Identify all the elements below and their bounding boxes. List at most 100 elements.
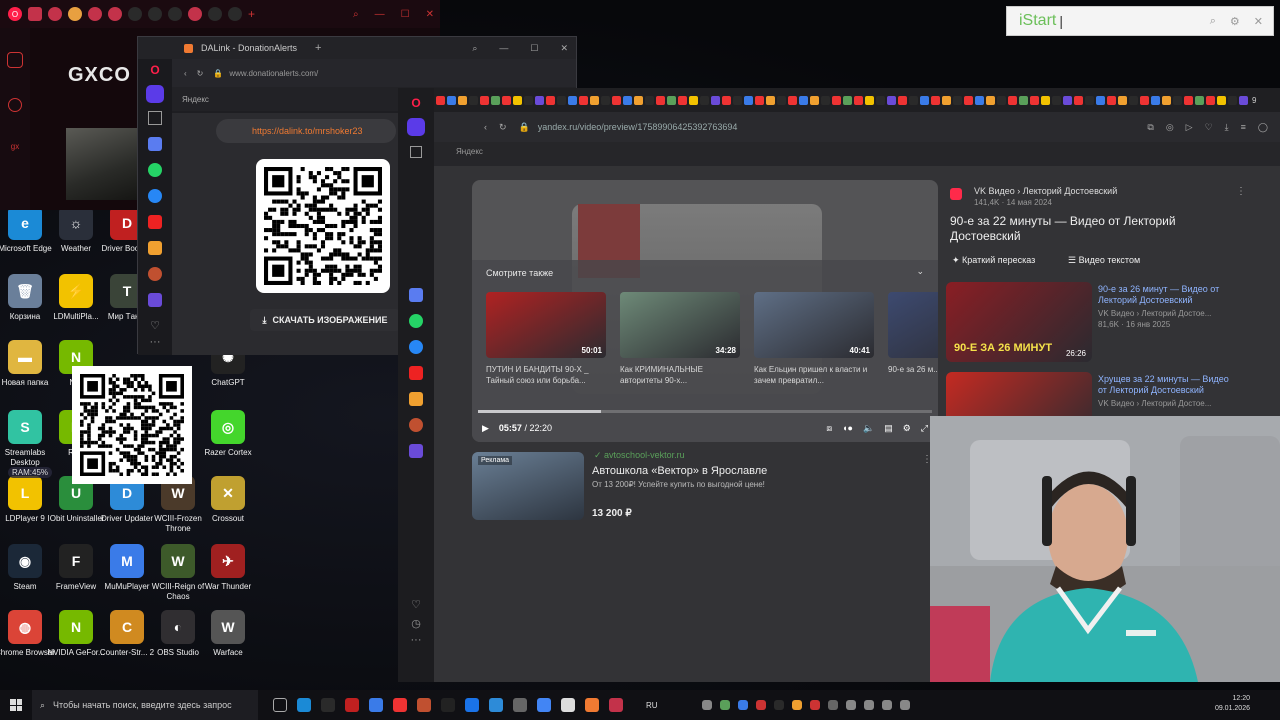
- browser-tab[interactable]: [689, 95, 698, 105]
- gx-news-thumbnail[interactable]: [66, 128, 138, 200]
- browser-tab[interactable]: [458, 95, 467, 105]
- tray-icon[interactable]: [773, 700, 784, 710]
- browser-tab[interactable]: [1140, 95, 1149, 105]
- subtitles-icon[interactable]: ▤: [884, 423, 893, 434]
- browser-tab[interactable]: [1019, 95, 1028, 105]
- browser-tab[interactable]: [1162, 95, 1171, 105]
- maximize-icon[interactable]: ☐: [530, 43, 538, 54]
- extension-icon[interactable]: [148, 293, 162, 307]
- bookmarks-icon[interactable]: [148, 111, 162, 125]
- tab-icon[interactable]: [28, 7, 42, 21]
- camera-icon[interactable]: ◎: [1166, 122, 1174, 133]
- browser-tab[interactable]: [854, 95, 863, 105]
- tab-icon[interactable]: [148, 7, 162, 21]
- settings-icon[interactable]: ⚙: [903, 423, 911, 434]
- browser-tab[interactable]: [546, 95, 555, 105]
- browser-tab[interactable]: [612, 95, 621, 105]
- reload-icon[interactable]: ↻: [197, 69, 204, 78]
- volume-icon[interactable]: 🔈: [863, 423, 874, 434]
- browser-tab[interactable]: [1107, 95, 1116, 105]
- back-icon[interactable]: ‹: [184, 69, 187, 78]
- more-icon[interactable]: ⋮: [1236, 186, 1246, 197]
- browser-tab[interactable]: [535, 95, 544, 105]
- video-text-button[interactable]: ☰ Видео текстом: [1068, 255, 1140, 266]
- related-video-card[interactable]: 50:01 ПУТИН И БАНДИТЫ 90-Х _ Тайный союз …: [486, 292, 606, 386]
- menu-icon[interactable]: ≡: [1241, 122, 1246, 132]
- yandex-icon[interactable]: [409, 366, 423, 380]
- browser-tab[interactable]: [711, 95, 720, 105]
- fullscreen-icon[interactable]: ⤢: [921, 423, 928, 434]
- new-tab-icon[interactable]: +: [248, 7, 255, 21]
- ad-domain[interactable]: ✓ avtoschool-vektor.ru: [594, 450, 685, 461]
- vk-icon[interactable]: [148, 189, 162, 203]
- browser-tab[interactable]: [942, 95, 951, 105]
- browser-tab[interactable]: [1030, 95, 1039, 105]
- related-video-card[interactable]: 34:28 Как КРИМИНАЛЬНЫЕ авторитеты 90-х...: [620, 292, 740, 386]
- tab-icon[interactable]: [128, 7, 142, 21]
- home-icon[interactable]: [146, 85, 164, 103]
- more-icon[interactable]: ···: [138, 336, 172, 348]
- home-icon[interactable]: [7, 52, 23, 68]
- browser-tab[interactable]: [909, 95, 918, 105]
- extension-icon[interactable]: [409, 444, 423, 458]
- browser-tab[interactable]: [799, 95, 808, 105]
- browser-tab[interactable]: [1217, 95, 1226, 105]
- screenshot-icon[interactable]: ⧉: [1147, 122, 1153, 133]
- browser-tab[interactable]: [1085, 95, 1094, 105]
- browser-tab[interactable]: [788, 95, 797, 105]
- heart-icon[interactable]: ♡: [1205, 122, 1213, 133]
- browser-tab[interactable]: [568, 95, 577, 105]
- minimize-icon[interactable]: —: [375, 9, 385, 20]
- download-icon[interactable]: ⤓: [1225, 122, 1229, 133]
- browser-tab[interactable]: [1206, 95, 1215, 105]
- dalink-url[interactable]: https://dalink.to/mrshoker23: [216, 119, 396, 143]
- search-icon[interactable]: ⌕: [353, 9, 359, 20]
- history-icon[interactable]: ◷: [398, 617, 434, 630]
- browser-tab[interactable]: [1184, 95, 1193, 105]
- tab-icon[interactable]: [88, 7, 102, 21]
- browser-tab[interactable]: [447, 95, 456, 105]
- browser-tab[interactable]: [590, 95, 599, 105]
- tray-icon[interactable]: [809, 700, 820, 710]
- app-icon[interactable]: [585, 698, 599, 712]
- gx-icon[interactable]: gx: [0, 142, 30, 151]
- back-icon[interactable]: ‹: [484, 122, 487, 132]
- browser-tab[interactable]: [557, 95, 566, 105]
- browser-tab[interactable]: [997, 95, 1006, 105]
- browser-tab[interactable]: [502, 95, 511, 105]
- browser-tab[interactable]: [491, 95, 500, 105]
- opera-icon[interactable]: O: [138, 63, 172, 77]
- browser-tab[interactable]: [843, 95, 852, 105]
- related-video-info[interactable]: 90-е за 26 минут — Видео от Лекторий Дос…: [1098, 284, 1238, 330]
- browser-tab[interactable]: [623, 95, 632, 105]
- browser-tab[interactable]: [810, 95, 819, 105]
- tab-icon[interactable]: [48, 7, 62, 21]
- edge-icon[interactable]: [297, 698, 311, 712]
- download-image-button[interactable]: ⤓ СКАЧАТЬ ИЗОБРАЖЕНИЕ: [250, 309, 400, 331]
- browser-tab[interactable]: [1118, 95, 1127, 105]
- da-url[interactable]: www.donationalerts.com/: [229, 69, 318, 78]
- vk-icon[interactable]: [409, 340, 423, 354]
- browser-tab[interactable]: [678, 95, 687, 105]
- browser-tab[interactable]: [1074, 95, 1083, 105]
- gear-icon[interactable]: ⚙: [1230, 15, 1240, 28]
- browser-tab[interactable]: [667, 95, 676, 105]
- tab-icon[interactable]: [168, 7, 182, 21]
- desktop-icon[interactable]: ◎ Razer Cortex: [196, 410, 260, 458]
- tray-icon[interactable]: [881, 700, 892, 710]
- tray-icon[interactable]: [719, 700, 730, 710]
- browser-tab[interactable]: [1228, 95, 1237, 105]
- autoplay-toggle-icon[interactable]: ◖●: [842, 423, 853, 433]
- related-video-card[interactable]: 40:41 Как Ельцин пришел к власти и зачем …: [754, 292, 874, 386]
- browser-tab[interactable]: [1239, 95, 1248, 105]
- browser-tab[interactable]: [931, 95, 940, 105]
- close-icon[interactable]: ✕: [1254, 15, 1263, 28]
- app-icon[interactable]: [345, 698, 359, 712]
- browser-tab[interactable]: [634, 95, 643, 105]
- browser-tab[interactable]: [1096, 95, 1105, 105]
- app-icon[interactable]: [321, 698, 335, 712]
- browser-tab[interactable]: [656, 95, 665, 105]
- aria-icon[interactable]: [148, 137, 162, 151]
- minimize-icon[interactable]: —: [499, 43, 508, 53]
- browser-tab[interactable]: [744, 95, 753, 105]
